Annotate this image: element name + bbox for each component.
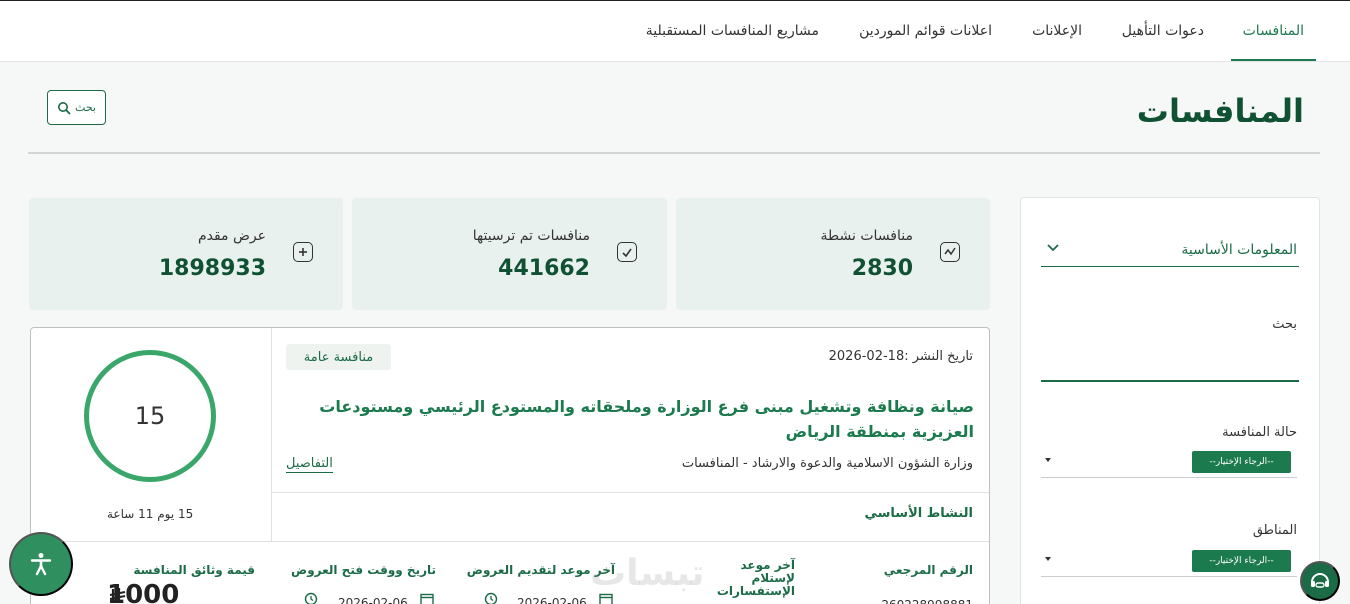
caret-down-icon	[1045, 458, 1051, 462]
plus-square-icon	[293, 242, 313, 262]
card-divider	[31, 541, 989, 542]
top-nav: المنافسات دعوات التأهيل الإعلانات اعلانا…	[0, 0, 1350, 62]
reference-label: الرقم المرجعي	[883, 563, 973, 577]
accordion-title: المعلومات الأساسية	[1181, 242, 1297, 258]
regions-field-label: المناطق	[1252, 523, 1297, 538]
days-remaining-ring: 15	[84, 350, 216, 482]
check-square-icon	[617, 242, 637, 262]
inquiries-deadline-label: آخر موعد لإستلام الإستفسارات	[716, 558, 795, 598]
stat-submitted-offers: عرض مقدم 1898933	[29, 198, 343, 310]
tab-future-projects[interactable]: مشاريع المنافسات المستقبلية	[646, 23, 819, 39]
opening-date-label: تاريخ ووقت فتح العروض	[291, 563, 436, 577]
days-remaining-value: 15	[134, 402, 166, 430]
tab-supplier-lists[interactable]: اعلانات قوائم الموردين	[859, 23, 992, 39]
calendar-icon	[420, 593, 434, 604]
stat-active-tenders: منافسات نشطة 2830	[676, 198, 990, 310]
search-button[interactable]: بحث	[47, 90, 106, 125]
basic-info-accordion[interactable]: المعلومات الأساسية	[1041, 240, 1299, 267]
stat-label: منافسات تم ترسيتها	[472, 228, 590, 244]
support-chat-button[interactable]	[1300, 561, 1340, 601]
main-activity-label[interactable]: النشاط الأساسي	[864, 506, 973, 521]
accessibility-button[interactable]	[9, 532, 73, 596]
card-divider	[271, 328, 272, 542]
regions-select-value: --الرجاء الإختيار--	[1192, 550, 1291, 572]
watermark-logo: تبسات	[590, 553, 705, 594]
search-icon	[58, 101, 71, 114]
reference-value: 260228998881	[881, 598, 973, 604]
caret-down-icon	[1045, 557, 1051, 561]
tab-qualification-invitations[interactable]: دعوات التأهيل	[1122, 23, 1204, 39]
search-field-label: بحث	[1272, 317, 1297, 332]
stat-value: 441662	[498, 256, 590, 281]
tender-card: تاريخ النشر :18-02-2026 منافسة عامة صيان…	[30, 327, 990, 604]
stat-awarded-tenders: منافسات تم ترسيتها 441662	[352, 198, 667, 310]
status-select-value: --الرجاء الإختيار--	[1192, 451, 1291, 473]
publish-date: تاريخ النشر :18-02-2026	[828, 349, 973, 364]
page-title: المنافسات	[1136, 92, 1304, 130]
regions-select[interactable]: --الرجاء الإختيار--	[1041, 547, 1297, 577]
clock-icon	[304, 592, 318, 604]
time-remaining: 15 يوم 11 ساعة	[107, 507, 194, 521]
filter-sidebar: المعلومات الأساسية بحث حالة المنافسة --ا…	[1020, 197, 1320, 604]
title-divider	[28, 152, 1320, 154]
status-field-label: حالة المنافسة	[1222, 425, 1297, 440]
activity-chart-icon	[940, 242, 960, 262]
stat-label: عرض مقدم	[197, 228, 266, 244]
tender-type-badge: منافسة عامة	[286, 344, 391, 370]
offers-deadline-value: 2026-02-06	[517, 596, 587, 604]
search-button-label: بحث	[75, 102, 96, 114]
chevron-down-icon	[1047, 244, 1059, 252]
headset-icon	[1311, 573, 1329, 588]
details-link[interactable]: التفاصيل	[286, 456, 333, 473]
tab-announcements[interactable]: الإعلانات	[1032, 23, 1082, 39]
accessibility-icon	[30, 553, 52, 576]
tender-agency: وزارة الشؤون الاسلامية والدعوة والارشاد …	[681, 456, 973, 471]
opening-date-value: 2026-02-06	[338, 596, 408, 604]
status-select[interactable]: --الرجاء الإختيار--	[1041, 448, 1297, 478]
tab-tenders[interactable]: المنافسات	[1230, 23, 1317, 61]
docs-price-label: قيمة وثائق المنافسة	[133, 563, 255, 577]
stat-value: 2830	[851, 256, 913, 281]
stat-value: 1898933	[158, 256, 266, 281]
clock-icon	[484, 592, 498, 604]
riyal-symbol-icon	[109, 588, 126, 603]
card-divider	[271, 492, 989, 493]
search-input[interactable]	[1041, 380, 1299, 382]
tender-title[interactable]: صيانة ونظافة وتشغيل مبنى فرع الوزارة ومل…	[294, 394, 974, 444]
stat-label: منافسات نشطة	[820, 228, 913, 244]
